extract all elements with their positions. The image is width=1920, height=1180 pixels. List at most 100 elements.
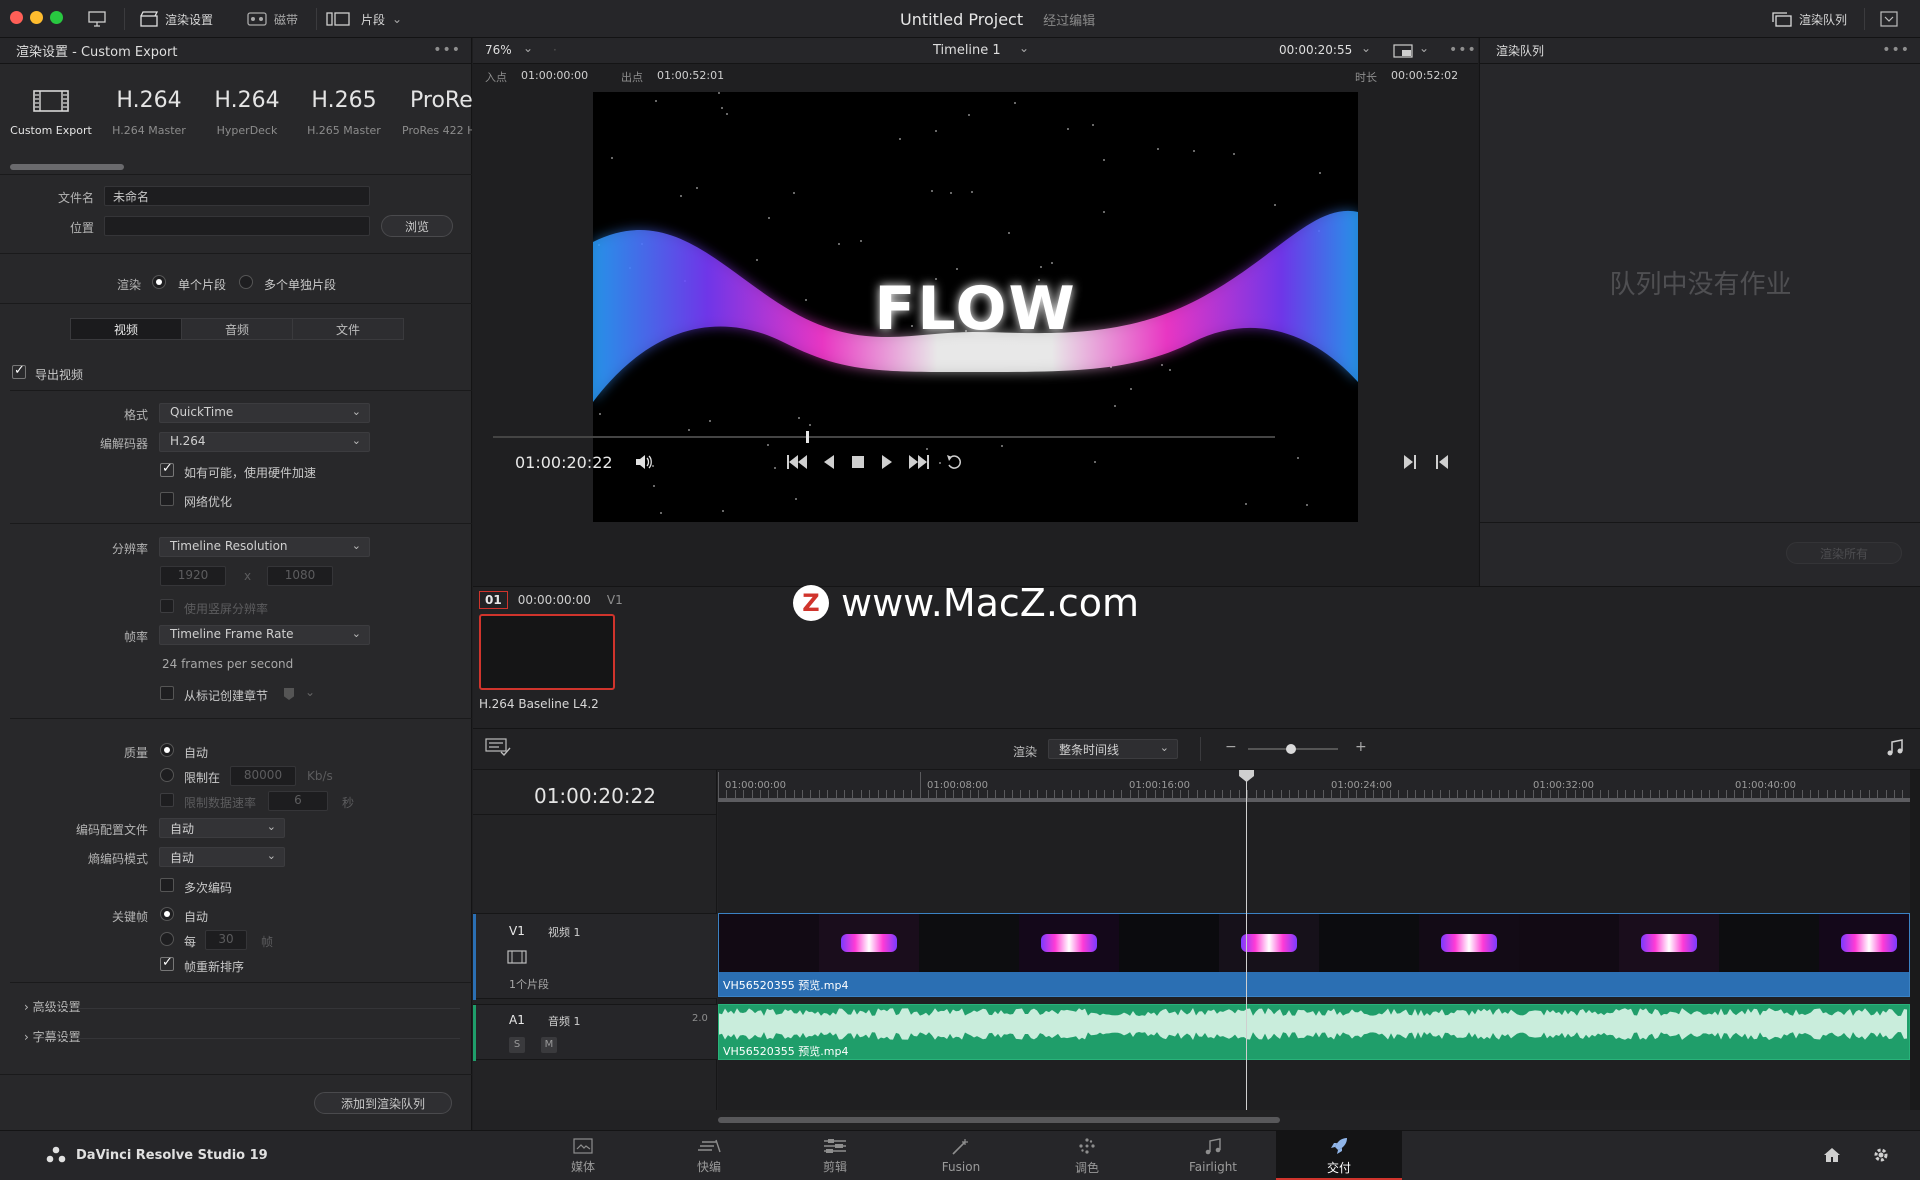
music-note-icon[interactable]	[1886, 739, 1904, 757]
resolution-height-input[interactable]: 1080	[267, 566, 333, 586]
browse-button[interactable]: 浏览	[381, 215, 453, 237]
frame-reorder-checkbox[interactable]	[160, 955, 174, 971]
page-color[interactable]: 调色	[1024, 1131, 1150, 1180]
film-strip-icon[interactable]	[507, 950, 527, 964]
preset-scrollbar[interactable]	[10, 164, 124, 170]
timeline-ruler[interactable]: 01:00:00:00 01:00:08:00 01:00:16:00 01:0…	[718, 770, 1910, 802]
viewer-scrub-track[interactable]	[493, 431, 1275, 443]
entropy-mode-select[interactable]: 自动 ⌄	[159, 847, 285, 867]
render-multiple-radio[interactable]	[239, 275, 253, 289]
render-queue-tab[interactable]: 渲染队列	[1772, 8, 1847, 30]
skip-to-start-icon[interactable]	[787, 455, 807, 469]
track-area[interactable]: 01:00:00:00 01:00:08:00 01:00:16:00 01:0…	[718, 770, 1910, 1110]
keyframe-every-input[interactable]: 30	[205, 930, 247, 950]
monitor-icon[interactable]	[88, 8, 106, 30]
more-options-icon[interactable]: •••	[1882, 42, 1910, 58]
a1-track-header[interactable]: A1 音频 1 2.0 S M	[473, 1004, 717, 1061]
keyframe-auto-radio[interactable]	[160, 907, 174, 921]
zoom-slider-handle[interactable]	[1286, 744, 1296, 754]
tape-tab[interactable]: 磁带	[247, 8, 298, 30]
home-icon[interactable]	[1823, 1147, 1841, 1163]
quality-auto-radio[interactable]	[160, 743, 174, 757]
mute-button[interactable]: M	[541, 1037, 557, 1053]
multi-pass-checkbox[interactable]	[160, 878, 174, 892]
hw-accel-checkbox[interactable]	[160, 461, 174, 477]
playhead[interactable]	[1239, 770, 1255, 1110]
render-all-button[interactable]: 渲染所有	[1786, 542, 1902, 564]
page-fairlight[interactable]: Fairlight	[1150, 1131, 1276, 1180]
chevron-down-icon[interactable]: ⌄	[1019, 41, 1029, 55]
location-input[interactable]	[104, 216, 370, 236]
marker-icon[interactable]	[284, 688, 294, 700]
quality-limit-input[interactable]: 80000	[230, 766, 296, 786]
render-single-radio[interactable]	[152, 275, 166, 289]
video-clip[interactable]: VH56520355 预览.mp4	[718, 913, 1910, 997]
framerate-select[interactable]: Timeline Frame Rate ⌄	[159, 625, 370, 645]
advanced-settings-toggle[interactable]: › 高级设置	[24, 998, 81, 1015]
timeline-options-icon[interactable]	[485, 737, 511, 757]
zoom-level[interactable]: 76%	[485, 43, 512, 57]
zoom-slider[interactable]	[1248, 744, 1338, 754]
stop-icon[interactable]	[851, 455, 865, 469]
play-icon[interactable]	[881, 455, 893, 469]
zoom-window-button[interactable]	[50, 11, 63, 24]
quality-limit-radio[interactable]	[160, 768, 174, 782]
minimize-window-button[interactable]	[30, 11, 43, 24]
tab-video[interactable]: 视频	[71, 319, 182, 339]
page-media[interactable]: 媒体	[520, 1131, 646, 1180]
clips-tab[interactable]: 片段 ⌄	[326, 8, 402, 30]
more-options-icon[interactable]: •••	[1449, 42, 1477, 58]
volume-icon[interactable]	[635, 454, 653, 470]
limit-data-rate-checkbox[interactable]	[160, 793, 174, 807]
filename-input[interactable]: 未命名	[104, 186, 370, 206]
clip-thumbnail[interactable]	[479, 614, 615, 690]
codec-select[interactable]: H.264 ⌄	[159, 432, 370, 452]
render-settings-tab[interactable]: 渲染设置	[140, 8, 213, 30]
skip-to-end-icon[interactable]	[909, 455, 929, 469]
tab-file[interactable]: 文件	[293, 319, 403, 339]
zoom-out-icon[interactable]: −	[1225, 739, 1237, 755]
preset-h265-master[interactable]: H.265 H.265 Master	[295, 68, 393, 148]
close-window-button[interactable]	[10, 11, 23, 24]
chevron-down-icon[interactable]: ⌄	[1419, 41, 1429, 55]
add-to-render-queue-button[interactable]: 添加到渲染队列	[314, 1092, 452, 1114]
vertical-scrollbar[interactable]	[1910, 770, 1920, 1110]
reverse-play-icon[interactable]	[823, 455, 835, 469]
expand-toggle-icon[interactable]	[1880, 8, 1898, 30]
viewer-mode-icon[interactable]	[1393, 44, 1413, 58]
chevron-down-icon[interactable]: ⌄	[305, 685, 315, 699]
tab-audio[interactable]: 音频	[182, 319, 293, 339]
timeline-name[interactable]: Timeline 1	[933, 43, 1001, 58]
solo-button[interactable]: S	[509, 1037, 525, 1053]
preset-h264-master[interactable]: H.264 H.264 Master	[100, 68, 198, 148]
audio-clip[interactable]: VH56520355 预览.mp4	[718, 1004, 1910, 1060]
format-select[interactable]: QuickTime ⌄	[159, 403, 370, 423]
horizontal-scrollbar[interactable]	[718, 1117, 1280, 1123]
page-edit[interactable]: 剪辑	[772, 1131, 898, 1180]
limit-data-rate-input[interactable]: 6	[268, 791, 328, 811]
video-preview[interactable]: FLOW	[593, 92, 1358, 522]
zoom-in-icon[interactable]: +	[1355, 739, 1367, 755]
resolution-width-input[interactable]: 1920	[160, 566, 226, 586]
go-to-previous-icon[interactable]	[1435, 455, 1449, 469]
chevron-down-icon[interactable]: ⌄	[523, 41, 533, 55]
page-fusion[interactable]: Fusion	[898, 1131, 1024, 1180]
page-deliver[interactable]: 交付	[1276, 1131, 1402, 1180]
page-cut[interactable]: 快编	[646, 1131, 772, 1180]
preset-hyperdeck[interactable]: H.264 HyperDeck	[198, 68, 296, 148]
v1-track-header[interactable]: V1 视频 1 1个片段	[473, 913, 717, 1000]
vertical-res-checkbox[interactable]	[160, 599, 174, 613]
go-to-next-icon[interactable]	[1403, 455, 1417, 469]
subtitle-settings-toggle[interactable]: › 字幕设置	[24, 1028, 81, 1045]
network-opt-checkbox[interactable]	[160, 492, 174, 506]
preset-prores[interactable]: ProRes ProRes 422 H	[392, 68, 472, 148]
viewer-scrub-handle[interactable]	[805, 431, 809, 443]
resolution-select[interactable]: Timeline Resolution ⌄	[159, 537, 370, 557]
more-options-icon[interactable]: •••	[433, 42, 461, 58]
keyframe-every-radio[interactable]	[160, 932, 174, 946]
gear-icon[interactable]	[1872, 1146, 1890, 1164]
export-video-checkbox[interactable]	[12, 363, 26, 379]
chapters-checkbox[interactable]	[160, 686, 174, 700]
preset-custom-export[interactable]: Custom Export	[2, 68, 100, 148]
chevron-down-icon[interactable]: ⌄	[1361, 41, 1371, 55]
